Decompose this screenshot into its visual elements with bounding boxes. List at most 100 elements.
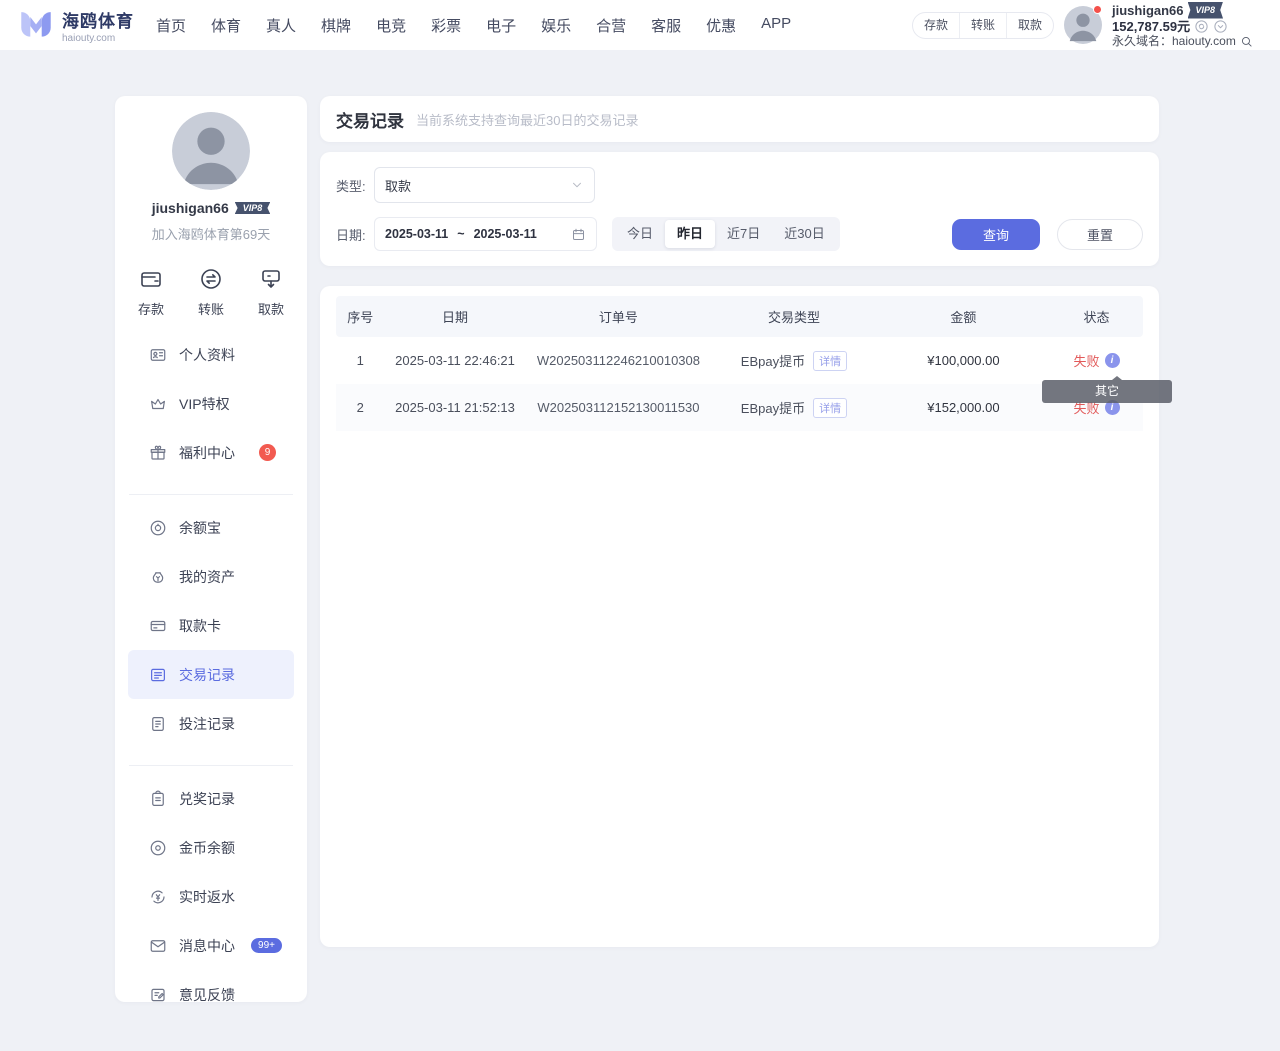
type-select-value: 取款 [385,176,411,195]
sidebar-item-gold-balance[interactable]: 金币余额 [128,823,294,872]
deposit-button[interactable]: 存款 [913,13,959,38]
sidebar-item-label: 消息中心 [179,936,235,956]
col-header-type: 交易类型 [711,307,876,326]
sidebar-item-yuebao[interactable]: 余额宝 [128,503,294,552]
sidebar-menu: 个人资料 VIP特权 福利中心 9 余额宝 [115,330,307,1019]
search-icon[interactable] [1240,35,1253,48]
range-yesterday-button[interactable]: 昨日 [665,220,715,248]
nav-item-esports[interactable]: 电竞 [376,15,406,36]
sidebar-item-vip[interactable]: VIP特权 [128,379,294,428]
reset-button[interactable]: 重置 [1057,219,1143,250]
main-nav: 首页 体育 真人 棋牌 电竞 彩票 电子 娱乐 合营 客服 优惠 APP [156,15,791,36]
nav-item-partner[interactable]: 合营 [596,15,626,36]
transactions-table: 序号 日期 订单号 交易类型 金额 状态 1 2025-03-11 22:46:… [320,286,1159,947]
sidebar-item-label: 余额宝 [179,518,221,538]
page-header: 交易记录 当前系统支持查询最近30日的交易记录 [320,96,1159,142]
bet-record-icon [149,715,167,733]
avatar[interactable] [1064,6,1102,44]
range-today-button[interactable]: 今日 [615,220,665,248]
cell-date: 2025-03-11 22:46:21 [384,353,525,368]
sidebar-item-assets[interactable]: 我的资产 [128,552,294,601]
info-icon[interactable] [1105,353,1120,368]
quick-action-label: 转账 [198,299,224,318]
id-card-icon [149,346,167,364]
welfare-badge: 9 [259,444,276,461]
date-separator: ~ [457,227,464,241]
page-body: jiushigan66 VIP8 加入海鸥体育第69天 存款 转账 [0,50,1280,1051]
sidebar-item-label: 我的资产 [179,567,235,587]
logo-title: 海鸥体育 [62,7,134,32]
sidebar-item-rebate[interactable]: 实时返水 [128,872,294,921]
money-bag-icon [149,568,167,586]
wallet-icon [139,267,163,291]
sidebar-item-label: 个人资料 [179,345,235,365]
sidebar-transfer-action[interactable]: 转账 [198,267,224,318]
nav-item-chess[interactable]: 棋牌 [321,15,351,36]
type-filter-row: 类型: 取款 [336,167,1143,203]
table-row: 1 2025-03-11 22:46:21 W20250311224621001… [336,337,1143,384]
sidebar-item-withdraw-card[interactable]: 取款卡 [128,601,294,650]
nav-item-support[interactable]: 客服 [651,15,681,36]
sidebar-item-transactions[interactable]: 交易记录 [128,650,294,699]
profile-avatar[interactable] [172,112,250,190]
crown-icon [149,395,167,413]
detail-link[interactable]: 详情 [813,398,847,418]
wallet-quick-actions: 存款 转账 取款 [912,12,1054,39]
date-filter-row: 日期: 2025-03-11 ~ 2025-03-11 今日 昨日 近7日 近3… [336,217,1143,251]
logo[interactable]: 海鸥体育 haiouty.com [18,7,134,44]
cell-order: W202503112246210010308 [526,353,712,368]
sidebar-item-welfare[interactable]: 福利中心 9 [128,428,294,477]
detail-link[interactable]: 详情 [813,351,847,371]
transfer-button[interactable]: 转账 [959,13,1006,38]
brand-bird-icon [18,8,54,42]
cell-no: 2 [336,400,384,415]
chevron-down-icon [570,178,584,192]
nav-item-lottery[interactable]: 彩票 [431,15,461,36]
gold-coin-icon [149,839,167,857]
sidebar-item-feedback[interactable]: 意见反馈 [128,970,294,1019]
sidebar-item-label: VIP特权 [179,394,230,414]
main-content: 交易记录 当前系统支持查询最近30日的交易记录 类型: 取款 日期: 2025-… [320,96,1159,947]
date-range-input[interactable]: 2025-03-11 ~ 2025-03-11 [374,217,597,251]
nav-item-entertainment[interactable]: 娱乐 [541,15,571,36]
sidebar-deposit-action[interactable]: 存款 [138,267,164,318]
date-to: 2025-03-11 [474,227,537,241]
cell-date: 2025-03-11 21:52:13 [384,400,525,415]
col-header-no: 序号 [336,307,384,326]
feedback-edit-icon [149,986,167,1004]
sidebar-item-profile[interactable]: 个人资料 [128,330,294,379]
nav-item-slots[interactable]: 电子 [486,15,516,36]
page-subtitle: 当前系统支持查询最近30日的交易记录 [416,110,638,129]
profile-username: jiushigan66 [152,200,229,216]
profile-vip-badge: VIP8 [235,202,271,214]
table-row: 2 2025-03-11 21:52:13 W20250311215213001… [336,384,1143,431]
query-button[interactable]: 查询 [952,219,1040,250]
topbar: 海鸥体育 haiouty.com 首页 体育 真人 棋牌 电竞 彩票 电子 娱乐… [0,0,1280,50]
refresh-balance-icon[interactable] [1194,19,1209,34]
notification-dot [1093,5,1102,14]
nav-item-live-casino[interactable]: 真人 [266,15,296,36]
date-from: 2025-03-11 [385,227,448,241]
menu-divider [129,765,293,766]
date-label: 日期: [336,225,374,244]
sidebar-withdraw-action[interactable]: 取款 [258,267,284,318]
sidebar-item-label: 取款卡 [179,616,221,636]
range-7days-button[interactable]: 近7日 [715,220,772,248]
nav-item-promotions[interactable]: 优惠 [706,15,736,36]
nav-item-sports[interactable]: 体育 [211,15,241,36]
chevron-down-circle-icon[interactable] [1213,19,1228,34]
type-select[interactable]: 取款 [374,167,595,203]
sidebar-item-bet-records[interactable]: 投注记录 [128,699,294,748]
range-30days-button[interactable]: 近30日 [772,220,836,248]
nav-item-app[interactable]: APP [761,15,791,36]
clipboard-icon [149,790,167,808]
transaction-record-icon [149,666,167,684]
sidebar-item-label: 意见反馈 [179,985,235,1005]
bank-card-icon [149,617,167,635]
withdraw-button[interactable]: 取款 [1006,13,1053,38]
sidebar-item-label: 投注记录 [179,714,235,734]
sidebar: jiushigan66 VIP8 加入海鸥体育第69天 存款 转账 [115,96,307,1002]
nav-item-home[interactable]: 首页 [156,15,186,36]
sidebar-item-redeem-records[interactable]: 兑奖记录 [128,774,294,823]
sidebar-item-messages[interactable]: 消息中心 99+ [128,921,294,970]
